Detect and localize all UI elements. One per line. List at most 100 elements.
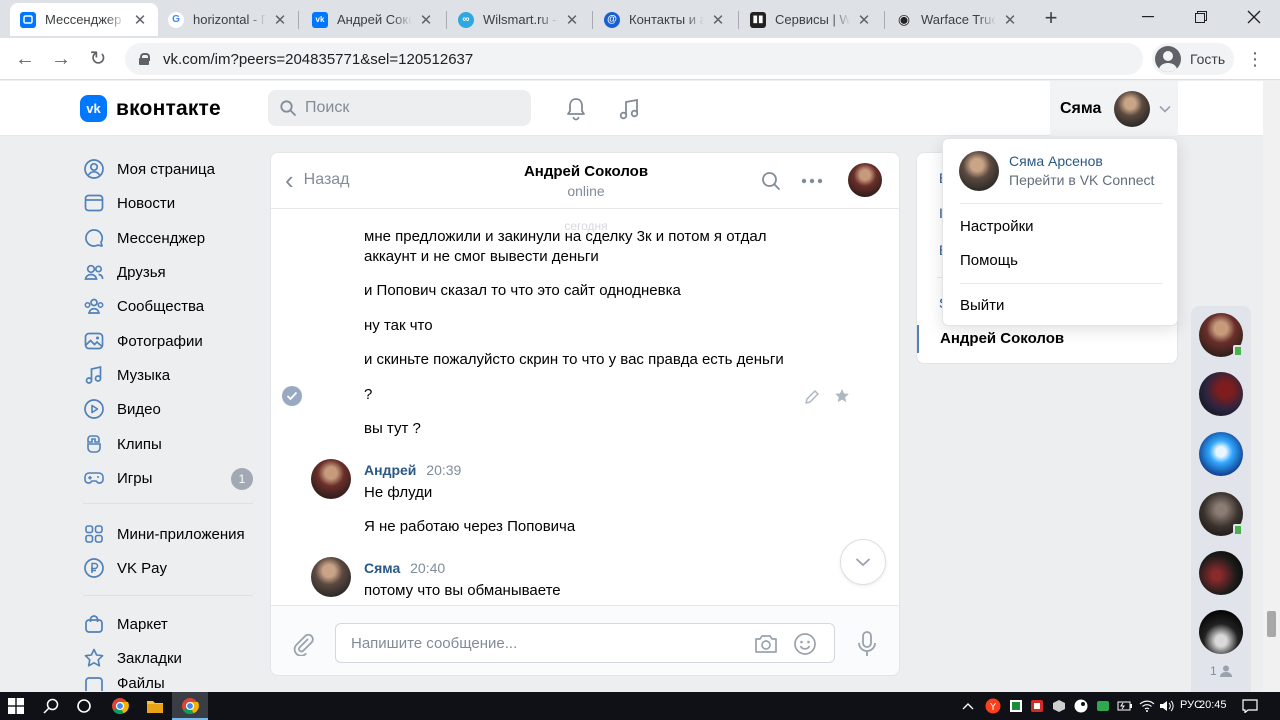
nav-item-friends[interactable]: Друзья bbox=[80, 255, 260, 289]
link-favicon-icon: ∞ bbox=[458, 11, 474, 28]
nav-item-music[interactable]: Музыка bbox=[80, 358, 260, 392]
nav-item-news[interactable]: Новости bbox=[80, 186, 260, 220]
music-note-icon[interactable] bbox=[615, 95, 643, 123]
camera-icon[interactable] bbox=[752, 630, 780, 658]
nav-item-clips[interactable]: Клипы bbox=[80, 427, 260, 461]
minimize-button[interactable] bbox=[1122, 0, 1174, 34]
tray-steam-icon[interactable] bbox=[1071, 696, 1091, 716]
tab-contacts[interactable]: @ Контакты и а ✕ bbox=[594, 3, 736, 36]
tab-title: Wilsmart.ru - bbox=[483, 12, 557, 27]
nav-item-games[interactable]: Игры 1 bbox=[80, 461, 260, 495]
task-view-icon[interactable] bbox=[74, 696, 94, 716]
user-circle-icon bbox=[84, 159, 104, 179]
syama-avatar[interactable] bbox=[311, 557, 351, 597]
dialog-item-active[interactable]: Андрей Соколов bbox=[917, 325, 1177, 353]
chrome-icon[interactable] bbox=[110, 696, 130, 716]
nav-item-bookmarks[interactable]: Закладки bbox=[80, 641, 260, 675]
friends-count[interactable]: 1 bbox=[1210, 664, 1232, 678]
wifi-icon[interactable] bbox=[1137, 696, 1157, 716]
file-explorer-icon[interactable] bbox=[145, 696, 165, 716]
friend-avatar[interactable] bbox=[1199, 551, 1243, 595]
nav-item-video[interactable]: Видео bbox=[80, 392, 260, 426]
friend-avatar[interactable] bbox=[1199, 610, 1243, 654]
tab-services[interactable]: ▮▮ Сервисы | W ✕ bbox=[740, 3, 882, 36]
dropdown-avatar[interactable] bbox=[959, 151, 999, 191]
scroll-down-button[interactable] bbox=[840, 539, 886, 585]
nav-item-photos[interactable]: Фотографии bbox=[80, 324, 260, 358]
pencil-icon[interactable] bbox=[804, 389, 820, 405]
message-text: и скиньте пожалуйсто скрин то что у вас … bbox=[364, 351, 784, 368]
close-icon[interactable]: ✕ bbox=[272, 11, 288, 29]
peer-avatar[interactable] bbox=[848, 163, 882, 197]
profile-menu-button[interactable]: Сяма bbox=[1050, 81, 1178, 136]
browser-toolbar: ← → ↻ vk.com/im?peers=204835771&sel=1205… bbox=[0, 38, 1280, 80]
windows-start-icon[interactable] bbox=[6, 696, 26, 716]
close-icon[interactable]: ✕ bbox=[418, 11, 434, 29]
microphone-icon[interactable] bbox=[853, 630, 881, 658]
tab-wilsmart[interactable]: ∞ Wilsmart.ru - ✕ bbox=[448, 3, 590, 36]
message-author[interactable]: Андрей bbox=[364, 462, 416, 478]
search-icon[interactable] bbox=[759, 169, 783, 193]
close-icon[interactable]: ✕ bbox=[710, 11, 726, 29]
nav-item-market[interactable]: Маркет bbox=[80, 607, 260, 641]
more-dots-icon[interactable] bbox=[800, 169, 824, 193]
close-icon[interactable]: ✕ bbox=[564, 11, 580, 29]
forward-arrow-icon[interactable]: → bbox=[49, 47, 73, 71]
search-icon[interactable] bbox=[41, 696, 61, 716]
tray-app-icon[interactable] bbox=[1006, 696, 1026, 716]
andrey-avatar[interactable] bbox=[311, 459, 351, 499]
dropdown-user-name[interactable]: Сяма Арсенов bbox=[1009, 153, 1103, 169]
message-author[interactable]: Сяма bbox=[364, 560, 400, 576]
nav-item-communities[interactable]: Сообщества bbox=[80, 289, 260, 323]
tab-horizontal[interactable]: G horizontal - Г ✕ bbox=[158, 3, 298, 36]
nav-item-mini-apps[interactable]: Мини-приложения bbox=[80, 517, 260, 551]
bell-icon[interactable] bbox=[562, 95, 590, 123]
battery-icon[interactable] bbox=[1115, 696, 1135, 716]
chevron-up-icon[interactable] bbox=[958, 696, 978, 716]
close-icon[interactable]: ✕ bbox=[132, 11, 148, 29]
back-arrow-icon[interactable]: ← bbox=[13, 47, 37, 71]
selected-check-icon[interactable] bbox=[282, 386, 302, 406]
notifications-icon[interactable] bbox=[1240, 696, 1260, 716]
search-input[interactable]: Поиск bbox=[268, 90, 531, 126]
vk-connect-link[interactable]: Перейти в VK Connect bbox=[1009, 172, 1154, 188]
yandex-tray-icon[interactable]: Y bbox=[983, 696, 1003, 716]
nav-item-label: Музыка bbox=[117, 366, 171, 384]
friend-avatar[interactable] bbox=[1199, 432, 1243, 476]
close-icon[interactable]: ✕ bbox=[1002, 11, 1018, 29]
tray-box-icon[interactable] bbox=[1049, 696, 1069, 716]
speaker-icon[interactable] bbox=[1157, 696, 1177, 716]
close-icon[interactable]: ✕ bbox=[856, 11, 872, 29]
chrome-active-icon[interactable] bbox=[180, 696, 200, 716]
address-bar[interactable]: vk.com/im?peers=204835771&sel=120512637 bbox=[125, 43, 1143, 75]
nav-item-messenger[interactable]: Мессенджер bbox=[80, 221, 260, 255]
tray-red-icon[interactable] bbox=[1027, 696, 1047, 716]
star-icon[interactable] bbox=[834, 388, 850, 404]
tab-andrey[interactable]: vk Андрей Соко ✕ bbox=[302, 3, 444, 36]
tab-warface[interactable]: ◉ Warface True ✕ bbox=[886, 3, 1028, 36]
logout-menu-item[interactable]: Выйти bbox=[960, 297, 1004, 314]
guest-profile-button[interactable]: Гость bbox=[1152, 43, 1234, 75]
emoji-icon[interactable] bbox=[791, 630, 819, 658]
scrollbar-thumb[interactable] bbox=[1267, 611, 1276, 637]
guest-avatar-icon bbox=[1155, 46, 1181, 72]
nav-item-vk-pay[interactable]: VK Pay bbox=[80, 551, 260, 585]
nav-item-files[interactable]: Файлы bbox=[80, 675, 260, 691]
vk-logo[interactable]: vk вконтакте bbox=[80, 95, 221, 122]
close-window-button[interactable] bbox=[1228, 0, 1280, 34]
tab-messenger[interactable]: Мессенджер ✕ bbox=[10, 3, 158, 36]
paperclip-icon[interactable] bbox=[289, 630, 317, 658]
new-tab-button[interactable]: + bbox=[1040, 6, 1062, 30]
clock-time[interactable]: 20:45 bbox=[1199, 699, 1227, 711]
restore-button[interactable] bbox=[1175, 0, 1227, 34]
reload-icon[interactable]: ↻ bbox=[86, 47, 110, 71]
search-placeholder: Поиск bbox=[305, 99, 350, 116]
page-scrollbar[interactable] bbox=[1263, 81, 1280, 692]
tray-green-icon[interactable] bbox=[1093, 696, 1113, 716]
settings-menu-item[interactable]: Настройки bbox=[960, 218, 1034, 235]
nav-item-label: Видео bbox=[117, 400, 161, 418]
nav-item-my-page[interactable]: Моя страница bbox=[80, 152, 260, 186]
friend-avatar[interactable] bbox=[1199, 372, 1243, 416]
help-menu-item[interactable]: Помощь bbox=[960, 252, 1018, 269]
browser-menu-icon[interactable]: ⋮ bbox=[1246, 47, 1264, 71]
